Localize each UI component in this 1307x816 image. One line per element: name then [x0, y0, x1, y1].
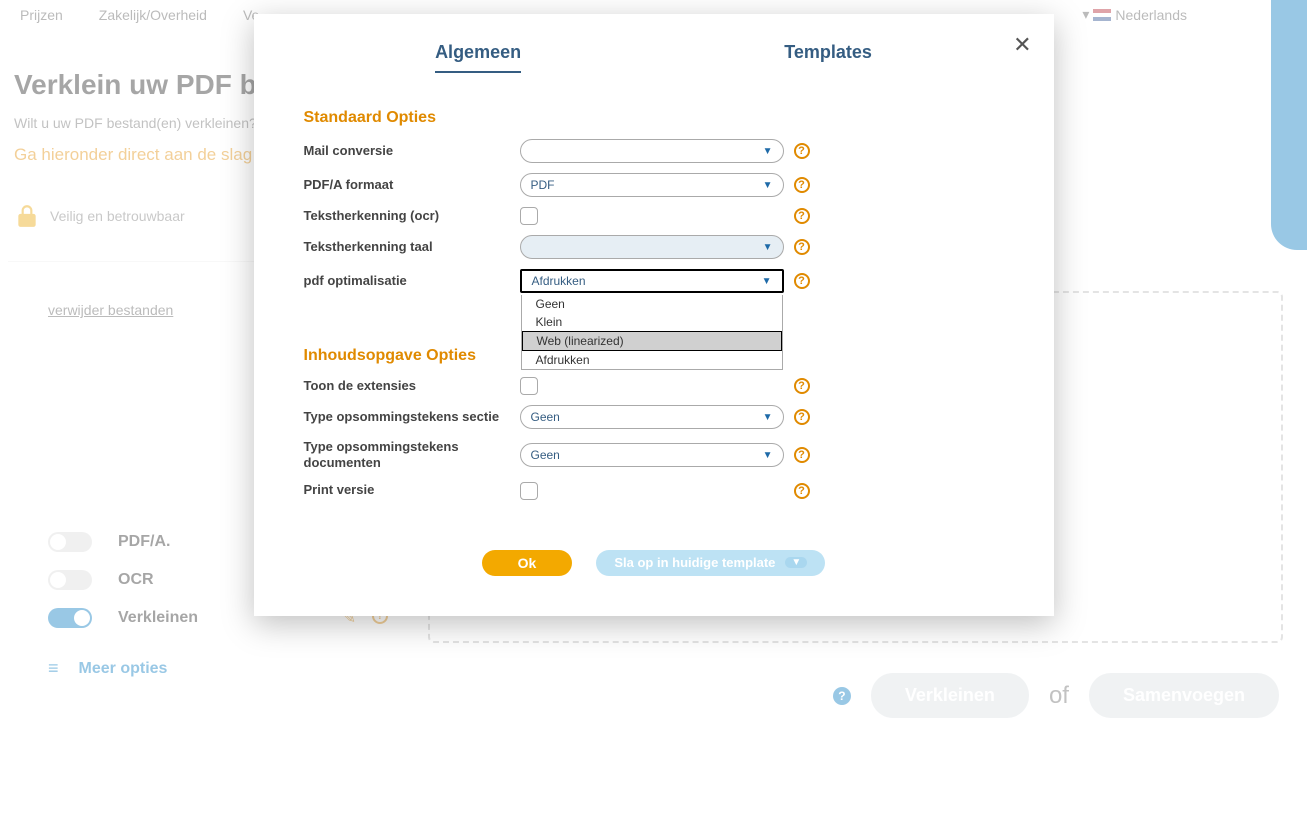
- help-icon[interactable]: ?: [794, 409, 810, 425]
- optim-option-web[interactable]: Web (linearized): [522, 331, 782, 351]
- checkbox-ext[interactable]: [520, 377, 538, 395]
- optim-option-print[interactable]: Afdrukken: [522, 351, 782, 369]
- label-print: Print versie: [304, 482, 520, 498]
- select-mail[interactable]: ▼: [520, 139, 784, 163]
- help-icon[interactable]: ?: [794, 143, 810, 159]
- select-value: Geen: [531, 448, 560, 462]
- select-bullets-section[interactable]: Geen ▼: [520, 405, 784, 429]
- help-icon[interactable]: ?: [794, 273, 810, 289]
- settings-modal: ✕ Algemeen Templates Standaard Opties Ma…: [254, 14, 1054, 616]
- tab-templates[interactable]: Templates: [784, 42, 872, 73]
- section-standard: Standaard Opties: [304, 109, 1004, 127]
- help-icon[interactable]: ?: [794, 239, 810, 255]
- optim-option-small[interactable]: Klein: [522, 313, 782, 331]
- chevron-down-icon: ▼: [763, 450, 773, 461]
- label-ocr-lang: Tekstherkenning taal: [304, 239, 520, 255]
- checkbox-print[interactable]: [520, 482, 538, 500]
- select-optim[interactable]: Afdrukken ▼ Geen Klein Web (linearized) …: [520, 269, 784, 293]
- close-icon[interactable]: ✕: [1013, 32, 1031, 58]
- help-icon[interactable]: ?: [794, 208, 810, 224]
- select-pdfa-value: PDF: [531, 178, 555, 192]
- chevron-down-icon: ▼: [762, 276, 772, 287]
- label-bullets-section: Type opsommingstekens sectie: [304, 409, 520, 425]
- chevron-down-icon: ▼: [763, 412, 773, 423]
- save-template-button[interactable]: Sla op in huidige template ▼: [596, 550, 825, 576]
- select-pdfa[interactable]: PDF ▼: [520, 173, 784, 197]
- label-pdfa: PDF/A formaat: [304, 177, 520, 193]
- select-value: Geen: [531, 410, 560, 424]
- label-optim: pdf optimalisatie: [304, 273, 520, 289]
- select-bullets-docs[interactable]: Geen ▼: [520, 443, 784, 467]
- label-ocr: Tekstherkenning (ocr): [304, 208, 520, 224]
- optim-option-none[interactable]: Geen: [522, 295, 782, 313]
- label-mail: Mail conversie: [304, 143, 520, 159]
- ok-button[interactable]: Ok: [482, 550, 573, 576]
- chevron-down-icon: ▼: [763, 242, 773, 253]
- help-icon[interactable]: ?: [794, 447, 810, 463]
- chevron-down-icon: ▼: [785, 557, 807, 568]
- checkbox-ocr[interactable]: [520, 207, 538, 225]
- select-ocr-lang[interactable]: ▼: [520, 235, 784, 259]
- help-icon[interactable]: ?: [794, 378, 810, 394]
- modal-overlay: ✕ Algemeen Templates Standaard Opties Ma…: [0, 0, 1307, 816]
- chevron-down-icon: ▼: [763, 180, 773, 191]
- help-icon[interactable]: ?: [794, 177, 810, 193]
- chevron-down-icon: ▼: [763, 146, 773, 157]
- label-ext: Toon de extensies: [304, 378, 520, 394]
- save-template-label: Sla op in huidige template: [614, 555, 775, 570]
- optim-dropdown: Geen Klein Web (linearized) Afdrukken: [521, 295, 783, 370]
- tab-general[interactable]: Algemeen: [435, 42, 521, 73]
- select-optim-value: Afdrukken: [532, 274, 586, 288]
- label-bullets-docs: Type opsommingstekens documenten: [304, 439, 520, 472]
- help-icon[interactable]: ?: [794, 483, 810, 499]
